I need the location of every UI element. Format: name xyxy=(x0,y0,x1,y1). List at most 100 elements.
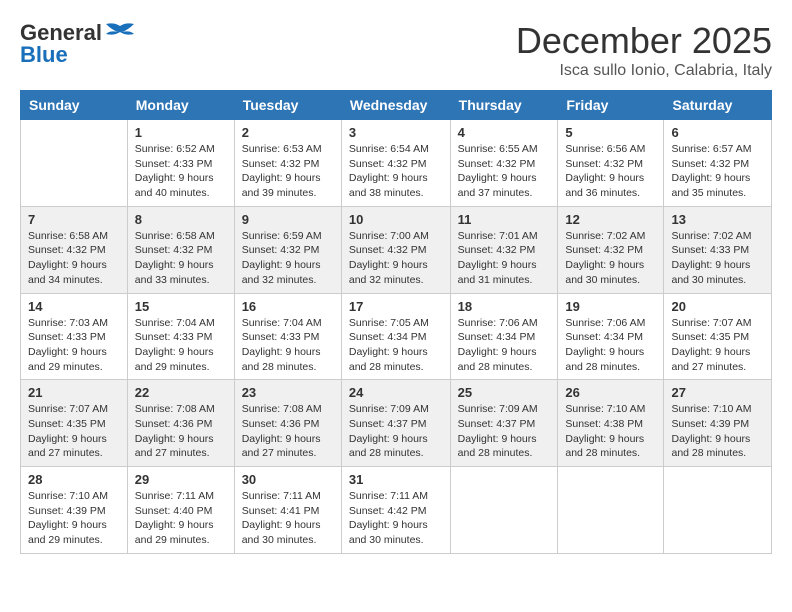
weekday-header: Friday xyxy=(558,91,664,120)
day-number: 25 xyxy=(458,385,551,400)
logo-bird-icon xyxy=(104,22,136,44)
day-info: Sunrise: 7:07 AM Sunset: 4:35 PM Dayligh… xyxy=(671,316,764,375)
day-number: 10 xyxy=(349,212,443,227)
day-info: Sunrise: 7:05 AM Sunset: 4:34 PM Dayligh… xyxy=(349,316,443,375)
calendar-cell: 16 Sunrise: 7:04 AM Sunset: 4:33 PM Dayli… xyxy=(234,293,341,380)
day-number: 21 xyxy=(28,385,120,400)
calendar-cell: 27 Sunrise: 7:10 AM Sunset: 4:39 PM Dayli… xyxy=(664,380,772,467)
day-info: Sunrise: 7:07 AM Sunset: 4:35 PM Dayligh… xyxy=(28,402,120,461)
day-info: Sunrise: 6:57 AM Sunset: 4:32 PM Dayligh… xyxy=(671,142,764,201)
day-info: Sunrise: 6:56 AM Sunset: 4:32 PM Dayligh… xyxy=(565,142,656,201)
day-info: Sunrise: 7:02 AM Sunset: 4:33 PM Dayligh… xyxy=(671,229,764,288)
calendar-cell: 18 Sunrise: 7:06 AM Sunset: 4:34 PM Dayli… xyxy=(450,293,558,380)
logo-blue: Blue xyxy=(20,42,68,68)
calendar-cell: 21 Sunrise: 7:07 AM Sunset: 4:35 PM Dayli… xyxy=(21,380,128,467)
title-area: December 2025 Isca sullo Ionio, Calabria… xyxy=(516,20,772,80)
calendar-cell xyxy=(450,467,558,554)
weekday-header: Sunday xyxy=(21,91,128,120)
day-number: 19 xyxy=(565,299,656,314)
day-number: 2 xyxy=(242,125,334,140)
calendar-cell: 6 Sunrise: 6:57 AM Sunset: 4:32 PM Daylig… xyxy=(664,120,772,207)
day-number: 20 xyxy=(671,299,764,314)
day-info: Sunrise: 7:10 AM Sunset: 4:38 PM Dayligh… xyxy=(565,402,656,461)
day-number: 13 xyxy=(671,212,764,227)
day-info: Sunrise: 7:08 AM Sunset: 4:36 PM Dayligh… xyxy=(135,402,227,461)
day-number: 17 xyxy=(349,299,443,314)
calendar-cell: 24Sunrise: 7:09 AM Sunset: 4:37 PM Dayli… xyxy=(341,380,450,467)
day-number: 5 xyxy=(565,125,656,140)
weekday-header: Wednesday xyxy=(341,91,450,120)
day-info: Sunrise: 7:06 AM Sunset: 4:34 PM Dayligh… xyxy=(458,316,551,375)
day-number: 30 xyxy=(242,472,334,487)
calendar-cell: 28 Sunrise: 7:10 AM Sunset: 4:39 PM Dayli… xyxy=(21,467,128,554)
day-number: 18 xyxy=(458,299,551,314)
calendar-week-row: 28 Sunrise: 7:10 AM Sunset: 4:39 PM Dayli… xyxy=(21,467,772,554)
day-number: 14 xyxy=(28,299,120,314)
calendar-cell: 22 Sunrise: 7:08 AM Sunset: 4:36 PM Dayli… xyxy=(127,380,234,467)
day-number: 6 xyxy=(671,125,764,140)
calendar-cell: 8Sunrise: 6:58 AM Sunset: 4:32 PM Daylig… xyxy=(127,206,234,293)
day-info: Sunrise: 7:11 AM Sunset: 4:41 PM Dayligh… xyxy=(242,489,334,548)
day-number: 27 xyxy=(671,385,764,400)
day-number: 11 xyxy=(458,212,551,227)
logo: General Blue xyxy=(20,20,138,68)
day-number: 1 xyxy=(135,125,227,140)
calendar-cell: 7Sunrise: 6:58 AM Sunset: 4:32 PM Daylig… xyxy=(21,206,128,293)
month-title: December 2025 xyxy=(516,20,772,62)
calendar-cell: 17 Sunrise: 7:05 AM Sunset: 4:34 PM Dayli… xyxy=(341,293,450,380)
calendar-cell xyxy=(664,467,772,554)
calendar-cell: 23 Sunrise: 7:08 AM Sunset: 4:36 PM Dayli… xyxy=(234,380,341,467)
calendar-cell: 10Sunrise: 7:00 AM Sunset: 4:32 PM Dayli… xyxy=(341,206,450,293)
calendar-week-row: 1 Sunrise: 6:52 AM Sunset: 4:33 PM Daylig… xyxy=(21,120,772,207)
day-info: Sunrise: 7:11 AM Sunset: 4:42 PM Dayligh… xyxy=(349,489,443,548)
weekday-header: Monday xyxy=(127,91,234,120)
calendar-cell: 5 Sunrise: 6:56 AM Sunset: 4:32 PM Daylig… xyxy=(558,120,664,207)
calendar-cell: 25Sunrise: 7:09 AM Sunset: 4:37 PM Dayli… xyxy=(450,380,558,467)
day-info: Sunrise: 6:53 AM Sunset: 4:32 PM Dayligh… xyxy=(242,142,334,201)
day-info: Sunrise: 6:59 AM Sunset: 4:32 PM Dayligh… xyxy=(242,229,334,288)
calendar-table: SundayMondayTuesdayWednesdayThursdayFrid… xyxy=(20,90,772,554)
calendar-cell: 9 Sunrise: 6:59 AM Sunset: 4:32 PM Daylig… xyxy=(234,206,341,293)
day-number: 3 xyxy=(349,125,443,140)
day-info: Sunrise: 7:03 AM Sunset: 4:33 PM Dayligh… xyxy=(28,316,120,375)
calendar-cell xyxy=(558,467,664,554)
day-info: Sunrise: 7:02 AM Sunset: 4:32 PM Dayligh… xyxy=(565,229,656,288)
calendar-cell: 11 Sunrise: 7:01 AM Sunset: 4:32 PM Dayli… xyxy=(450,206,558,293)
page-header: General Blue December 2025 Isca sullo Io… xyxy=(20,20,772,80)
calendar-cell: 14 Sunrise: 7:03 AM Sunset: 4:33 PM Dayli… xyxy=(21,293,128,380)
day-info: Sunrise: 6:54 AM Sunset: 4:32 PM Dayligh… xyxy=(349,142,443,201)
calendar-cell: 31Sunrise: 7:11 AM Sunset: 4:42 PM Dayli… xyxy=(341,467,450,554)
calendar-cell: 19 Sunrise: 7:06 AM Sunset: 4:34 PM Dayli… xyxy=(558,293,664,380)
day-info: Sunrise: 7:11 AM Sunset: 4:40 PM Dayligh… xyxy=(135,489,227,548)
day-info: Sunrise: 7:01 AM Sunset: 4:32 PM Dayligh… xyxy=(458,229,551,288)
calendar-cell: 20 Sunrise: 7:07 AM Sunset: 4:35 PM Dayli… xyxy=(664,293,772,380)
calendar-cell: 2 Sunrise: 6:53 AM Sunset: 4:32 PM Daylig… xyxy=(234,120,341,207)
day-number: 22 xyxy=(135,385,227,400)
day-info: Sunrise: 7:06 AM Sunset: 4:34 PM Dayligh… xyxy=(565,316,656,375)
weekday-header: Tuesday xyxy=(234,91,341,120)
day-number: 16 xyxy=(242,299,334,314)
location-title: Isca sullo Ionio, Calabria, Italy xyxy=(516,62,772,80)
day-number: 23 xyxy=(242,385,334,400)
day-number: 15 xyxy=(135,299,227,314)
day-info: Sunrise: 6:55 AM Sunset: 4:32 PM Dayligh… xyxy=(458,142,551,201)
day-number: 26 xyxy=(565,385,656,400)
day-info: Sunrise: 7:10 AM Sunset: 4:39 PM Dayligh… xyxy=(671,402,764,461)
calendar-cell: 1 Sunrise: 6:52 AM Sunset: 4:33 PM Daylig… xyxy=(127,120,234,207)
calendar-cell: 3 Sunrise: 6:54 AM Sunset: 4:32 PM Daylig… xyxy=(341,120,450,207)
calendar-cell xyxy=(21,120,128,207)
day-info: Sunrise: 7:04 AM Sunset: 4:33 PM Dayligh… xyxy=(242,316,334,375)
day-number: 12 xyxy=(565,212,656,227)
day-info: Sunrise: 7:09 AM Sunset: 4:37 PM Dayligh… xyxy=(349,402,443,461)
day-info: Sunrise: 7:10 AM Sunset: 4:39 PM Dayligh… xyxy=(28,489,120,548)
day-number: 9 xyxy=(242,212,334,227)
day-info: Sunrise: 6:58 AM Sunset: 4:32 PM Dayligh… xyxy=(135,229,227,288)
day-number: 29 xyxy=(135,472,227,487)
weekday-header: Thursday xyxy=(450,91,558,120)
day-info: Sunrise: 7:08 AM Sunset: 4:36 PM Dayligh… xyxy=(242,402,334,461)
day-info: Sunrise: 7:04 AM Sunset: 4:33 PM Dayligh… xyxy=(135,316,227,375)
day-info: Sunrise: 6:52 AM Sunset: 4:33 PM Dayligh… xyxy=(135,142,227,201)
day-number: 28 xyxy=(28,472,120,487)
calendar-cell: 15 Sunrise: 7:04 AM Sunset: 4:33 PM Dayli… xyxy=(127,293,234,380)
calendar-cell: 4Sunrise: 6:55 AM Sunset: 4:32 PM Daylig… xyxy=(450,120,558,207)
